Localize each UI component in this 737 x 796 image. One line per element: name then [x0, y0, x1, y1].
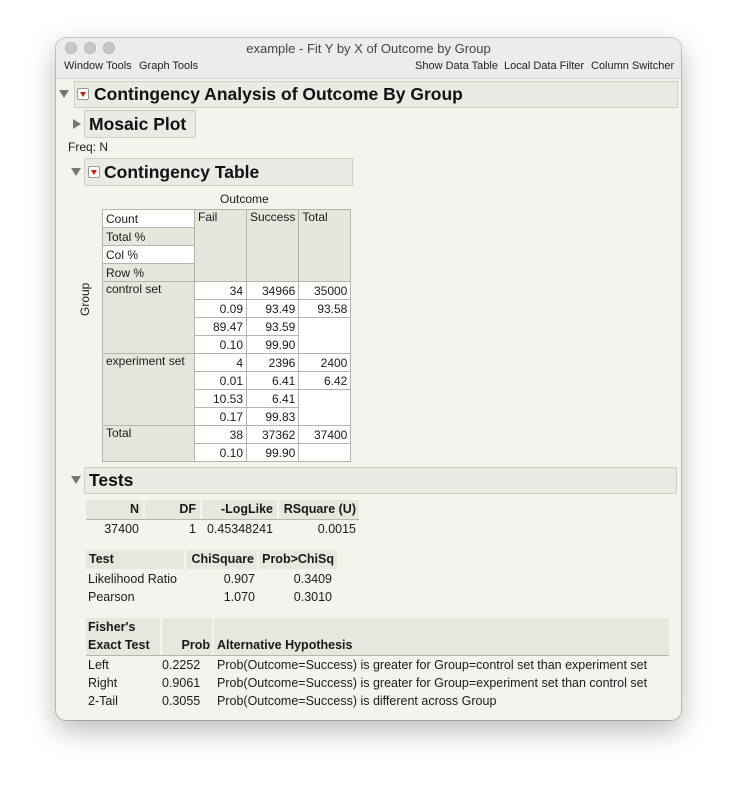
col-header-success: Success: [245, 209, 300, 282]
graph-tools-menu[interactable]: Graph Tools: [139, 60, 198, 72]
chisq-header-chisquare: ChiSquare: [186, 550, 257, 569]
table-cell: 0.10: [194, 443, 247, 462]
report-title: Contingency Analysis of Outcome By Group: [94, 84, 463, 104]
table-cell: 2396: [245, 353, 300, 372]
chisq-value: 0.907: [223, 572, 255, 586]
table-cell: 0.09: [194, 299, 247, 318]
summary-header-n: N: [86, 500, 143, 519]
table-cell: [298, 407, 352, 426]
collapse-report-icon[interactable]: [59, 90, 69, 98]
window-tools-menu[interactable]: Window Tools: [64, 60, 132, 72]
freq-label: Freq: N: [68, 140, 109, 154]
fisher-row-label: Left: [88, 658, 109, 672]
table-cell: 93.49: [245, 299, 300, 318]
contingency-table-title: Contingency Table: [104, 162, 260, 182]
fisher-hypothesis: Prob(Outcome=Success) is greater for Gro…: [217, 658, 648, 672]
collapse-tests-icon[interactable]: [71, 476, 81, 484]
group-axis-label: Group: [78, 282, 92, 316]
table-cell: 38: [194, 425, 247, 444]
stat-label: Count: [102, 209, 195, 228]
table-cell: 4: [194, 353, 247, 372]
table-cell: 35000: [298, 281, 352, 300]
collapse-contingency-icon[interactable]: [71, 168, 81, 176]
chisq-header-prob: Prob>ChiSq: [259, 550, 337, 569]
table-cell: 0.10: [194, 335, 247, 354]
table-cell: 37362: [245, 425, 300, 444]
red-triangle-menu-icon[interactable]: [88, 166, 100, 178]
table-cell: 99.90: [245, 443, 300, 462]
stat-label: Total %: [102, 227, 195, 246]
summary-df-value: 1: [189, 522, 196, 536]
summary-n-value: 37400: [104, 522, 139, 536]
summary-header-loglike: -LogLike: [202, 500, 277, 519]
chisq-prob-value: 0.3409: [293, 572, 332, 586]
col-header-fail: Fail: [194, 209, 247, 282]
table-cell: 89.47: [194, 317, 247, 336]
summary-divider: [86, 519, 359, 520]
table-cell: 0.01: [194, 371, 247, 390]
report-window: example - Fit Y by X of Outcome by Group…: [56, 38, 681, 720]
outcome-axis-label: Outcome: [220, 192, 269, 206]
table-cell: 99.83: [245, 407, 300, 426]
stat-label: Col %: [102, 245, 195, 264]
fisher-header-line2: Exact Test: [88, 638, 150, 652]
red-triangle-menu-icon[interactable]: [77, 88, 89, 100]
chisq-row-label: Pearson: [88, 590, 135, 604]
summary-loglike-value: 0.45348241: [206, 522, 273, 536]
table-cell: 34966: [245, 281, 300, 300]
mosaic-plot-title: Mosaic Plot: [89, 114, 187, 134]
window-title: example - Fit Y by X of Outcome by Group: [246, 41, 491, 56]
summary-header-df: DF: [145, 500, 200, 519]
table-cell: [298, 389, 352, 408]
tests-title: Tests: [89, 470, 134, 490]
fisher-prob-value: 0.9061: [162, 676, 201, 690]
chisq-prob-value: 0.3010: [293, 590, 332, 604]
chisq-value: 1.070: [223, 590, 255, 604]
summary-header-rsquare: RSquare (U): [279, 500, 359, 519]
summary-rsquare-value: 0.0015: [317, 522, 356, 536]
table-cell: 0.17: [194, 407, 247, 426]
table-cell: 93.59: [245, 317, 300, 336]
column-switcher-button[interactable]: Column Switcher: [591, 60, 674, 72]
table-cell: 34: [194, 281, 247, 300]
fisher-header-separator: [212, 618, 214, 655]
table-cell: 93.58: [298, 299, 352, 318]
fisher-row-label: Right: [88, 676, 118, 690]
tests-header: Tests: [84, 467, 677, 494]
fisher-hypothesis: Prob(Outcome=Success) is greater for Gro…: [217, 676, 648, 690]
fisher-header-prob: Prob: [181, 638, 210, 652]
stat-label: Row %: [102, 263, 195, 282]
title-bar: example - Fit Y by X of Outcome by Group…: [56, 38, 681, 79]
fisher-divider: [86, 655, 669, 656]
fisher-prob-value: 0.3055: [162, 694, 201, 708]
table-cell: 2400: [298, 353, 352, 372]
table-cell: 6.41: [245, 389, 300, 408]
table-cell: 99.90: [245, 335, 300, 354]
table-cell: 37400: [298, 425, 352, 444]
table-cell: 6.41: [245, 371, 300, 390]
fisher-hypothesis: Prob(Outcome=Success) is different acros…: [217, 694, 497, 708]
mosaic-plot-header[interactable]: Mosaic Plot: [84, 110, 196, 138]
row-label-experiment-set: experiment set: [102, 353, 195, 426]
row-label-total: Total: [102, 425, 195, 462]
table-cell: [298, 335, 352, 354]
contingency-table-header: Contingency Table: [84, 158, 353, 186]
chisq-row-label: Likelihood Ratio: [88, 572, 177, 586]
expand-mosaic-icon[interactable]: [73, 119, 81, 129]
fisher-header-line1: Fisher's: [88, 620, 136, 634]
col-header-total: Total: [298, 209, 352, 282]
table-cell: 6.42: [298, 371, 352, 390]
show-data-table-button[interactable]: Show Data Table: [415, 60, 498, 72]
fisher-header-alternative: Alternative Hypothesis: [217, 638, 353, 652]
fisher-prob-value: 0.2252: [162, 658, 201, 672]
table-cell: [298, 443, 352, 462]
row-label-control-set: control set: [102, 281, 195, 354]
local-data-filter-button[interactable]: Local Data Filter: [504, 60, 584, 72]
table-cell: 10.53: [194, 389, 247, 408]
table-cell: [298, 317, 352, 336]
contingency-table: Count Fail Success Total Total % Col % R…: [102, 209, 352, 462]
chisq-header-test: Test: [86, 550, 184, 569]
fisher-row-label: 2-Tail: [88, 694, 118, 708]
report-outline-header: Contingency Analysis of Outcome By Group: [74, 81, 678, 108]
